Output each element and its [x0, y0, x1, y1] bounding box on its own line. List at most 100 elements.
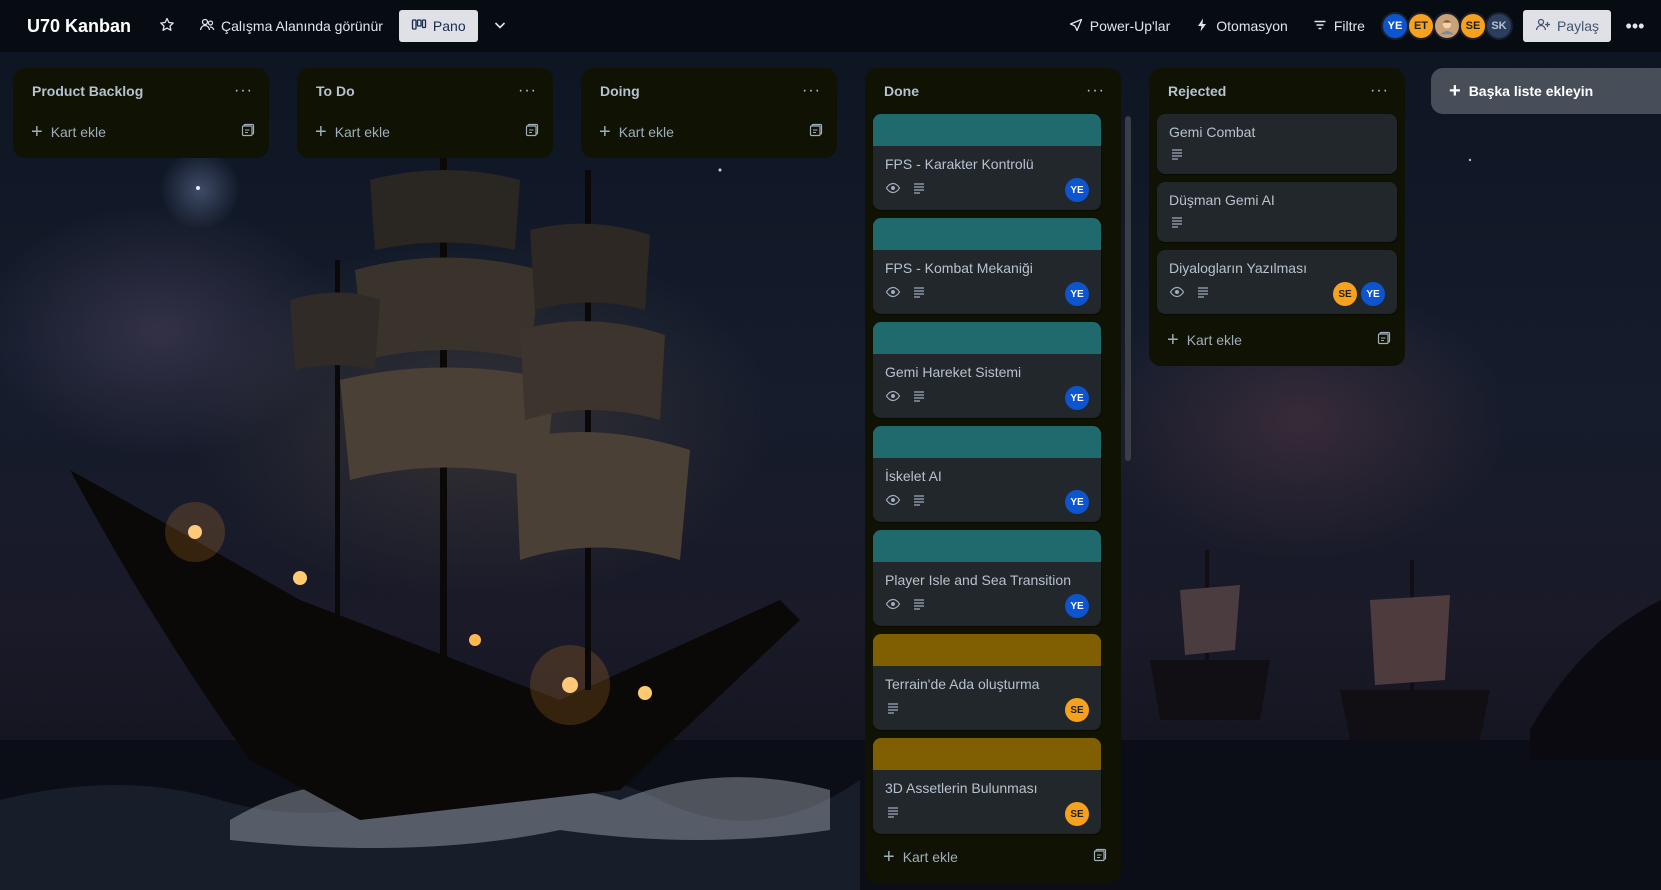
- powerups-button[interactable]: Power-Up'lar: [1060, 10, 1178, 42]
- card-member-avatar[interactable]: YE: [1065, 386, 1089, 410]
- add-list-button[interactable]: + Başka liste ekleyin: [1431, 68, 1661, 114]
- card-cover: [873, 738, 1101, 770]
- add-card-button[interactable]: + Kart ekle: [599, 122, 674, 142]
- card-member-avatar[interactable]: SE: [1065, 802, 1089, 826]
- card[interactable]: FPS - Karakter Kontrolü YE: [873, 114, 1101, 210]
- card-member-avatar[interactable]: YE: [1361, 282, 1385, 306]
- member-avatar[interactable]: YE: [1380, 12, 1409, 40]
- list-title[interactable]: Product Backlog: [32, 83, 143, 99]
- card-member-avatar[interactable]: SE: [1065, 698, 1089, 722]
- plus-icon: +: [1449, 80, 1461, 102]
- description-icon: [911, 492, 927, 513]
- add-list-label: Başka liste ekleyin: [1468, 83, 1594, 99]
- card-title: Gemi Combat: [1169, 124, 1256, 140]
- template-icon[interactable]: [809, 123, 823, 142]
- add-person-icon: [1535, 17, 1551, 36]
- watch-eye-icon: [885, 180, 901, 201]
- list-title[interactable]: Done: [884, 83, 919, 99]
- list-menu-icon[interactable]: ···: [802, 82, 821, 100]
- card[interactable]: FPS - Kombat Mekaniği YE: [873, 218, 1101, 314]
- card-title: 3D Assetlerin Bulunması: [885, 780, 1038, 796]
- automation-button[interactable]: Otomasyon: [1186, 10, 1296, 42]
- card-title: FPS - Karakter Kontrolü: [885, 156, 1034, 172]
- add-card-label: Kart ekle: [618, 124, 674, 140]
- add-card-button[interactable]: + Kart ekle: [1167, 330, 1242, 350]
- card[interactable]: Düşman Gemi AI: [1157, 182, 1397, 242]
- watch-eye-icon: [1169, 284, 1185, 305]
- star-button[interactable]: [151, 10, 183, 42]
- list-title[interactable]: To Do: [316, 83, 355, 99]
- member-avatar-photo[interactable]: [1432, 12, 1461, 40]
- card[interactable]: Diyalogların Yazılması SE YE: [1157, 250, 1397, 314]
- description-icon: [911, 388, 927, 409]
- list-header: Done ···: [873, 68, 1113, 114]
- card-cover: [873, 322, 1101, 354]
- list-header: Product Backlog ···: [21, 68, 261, 114]
- description-icon: [911, 180, 927, 201]
- card[interactable]: Gemi Combat: [1157, 114, 1397, 174]
- board-view-label: Pano: [432, 18, 466, 34]
- card-list: FPS - Karakter Kontrolü YE FPS - Kombat …: [873, 114, 1113, 836]
- description-icon: [885, 804, 901, 825]
- add-card-row: + Kart ekle: [21, 114, 261, 150]
- board-title[interactable]: U70 Kanban: [27, 16, 131, 37]
- member-avatar[interactable]: SE: [1458, 12, 1487, 40]
- list-scrollbar[interactable]: [1125, 116, 1131, 461]
- list-title[interactable]: Doing: [600, 83, 640, 99]
- card-member-avatar[interactable]: YE: [1065, 490, 1089, 514]
- watch-eye-icon: [885, 284, 901, 305]
- card-cover: [873, 218, 1101, 250]
- card-member-avatar[interactable]: YE: [1065, 594, 1089, 618]
- more-menu-button[interactable]: •••: [1619, 10, 1651, 42]
- card-member-avatar[interactable]: SE: [1333, 282, 1357, 306]
- visibility-button[interactable]: Çalışma Alanında görünür: [191, 10, 391, 42]
- add-card-button[interactable]: + Kart ekle: [883, 847, 958, 867]
- description-icon: [911, 596, 927, 617]
- member-avatar[interactable]: SK: [1484, 12, 1513, 40]
- filter-label: Filtre: [1333, 18, 1365, 34]
- template-icon[interactable]: [1377, 331, 1391, 350]
- card[interactable]: Terrain'de Ada oluşturma SE: [873, 634, 1101, 730]
- card-member-avatar[interactable]: YE: [1065, 282, 1089, 306]
- card-title: Diyalogların Yazılması: [1169, 260, 1307, 276]
- list-menu-icon[interactable]: ···: [234, 82, 253, 100]
- template-icon[interactable]: [1093, 848, 1107, 867]
- card[interactable]: Player Isle and Sea Transition YE: [873, 530, 1101, 626]
- list-header: Doing ···: [589, 68, 829, 114]
- add-card-row: + Kart ekle: [873, 839, 1113, 875]
- card-title: Terrain'de Ada oluşturma: [885, 676, 1040, 692]
- card-title: FPS - Kombat Mekaniği: [885, 260, 1033, 276]
- list-menu-icon[interactable]: ···: [1370, 82, 1389, 100]
- card[interactable]: Gemi Hareket Sistemi YE: [873, 322, 1101, 418]
- card-member-avatar[interactable]: YE: [1065, 178, 1089, 202]
- card[interactable]: 3D Assetlerin Bulunması SE: [873, 738, 1101, 834]
- plus-icon: +: [315, 121, 327, 143]
- plus-icon: +: [1167, 329, 1179, 351]
- share-button[interactable]: Paylaş: [1522, 10, 1611, 42]
- list-menu-icon[interactable]: ···: [518, 82, 537, 100]
- description-icon: [1169, 214, 1185, 235]
- card-title: Gemi Hareket Sistemi: [885, 364, 1022, 380]
- add-card-row: + Kart ekle: [305, 114, 545, 150]
- view-switcher-button[interactable]: [484, 10, 516, 42]
- list-title[interactable]: Rejected: [1168, 83, 1226, 99]
- filter-button[interactable]: Filtre: [1304, 10, 1373, 42]
- list-done: Done ··· FPS - Karakter Kontrolü YE FPS …: [865, 68, 1121, 883]
- filter-icon: [1312, 17, 1328, 36]
- plus-icon: +: [31, 121, 43, 143]
- template-icon[interactable]: [525, 123, 539, 142]
- add-card-button[interactable]: + Kart ekle: [31, 122, 106, 142]
- card-title: Player Isle and Sea Transition: [885, 572, 1071, 588]
- template-icon[interactable]: [241, 123, 255, 142]
- description-icon: [1169, 146, 1185, 167]
- add-card-button[interactable]: + Kart ekle: [315, 122, 390, 142]
- workspace-visibility-icon: [199, 17, 215, 36]
- visibility-label: Çalışma Alanında görünür: [221, 18, 383, 34]
- member-avatar[interactable]: ET: [1406, 12, 1435, 40]
- list-menu-icon[interactable]: ···: [1086, 82, 1105, 100]
- description-icon: [911, 284, 927, 305]
- rocket-icon: [1068, 17, 1084, 36]
- card[interactable]: İskelet AI YE: [873, 426, 1101, 522]
- board-view-button[interactable]: Pano: [398, 10, 478, 42]
- description-icon: [885, 700, 901, 721]
